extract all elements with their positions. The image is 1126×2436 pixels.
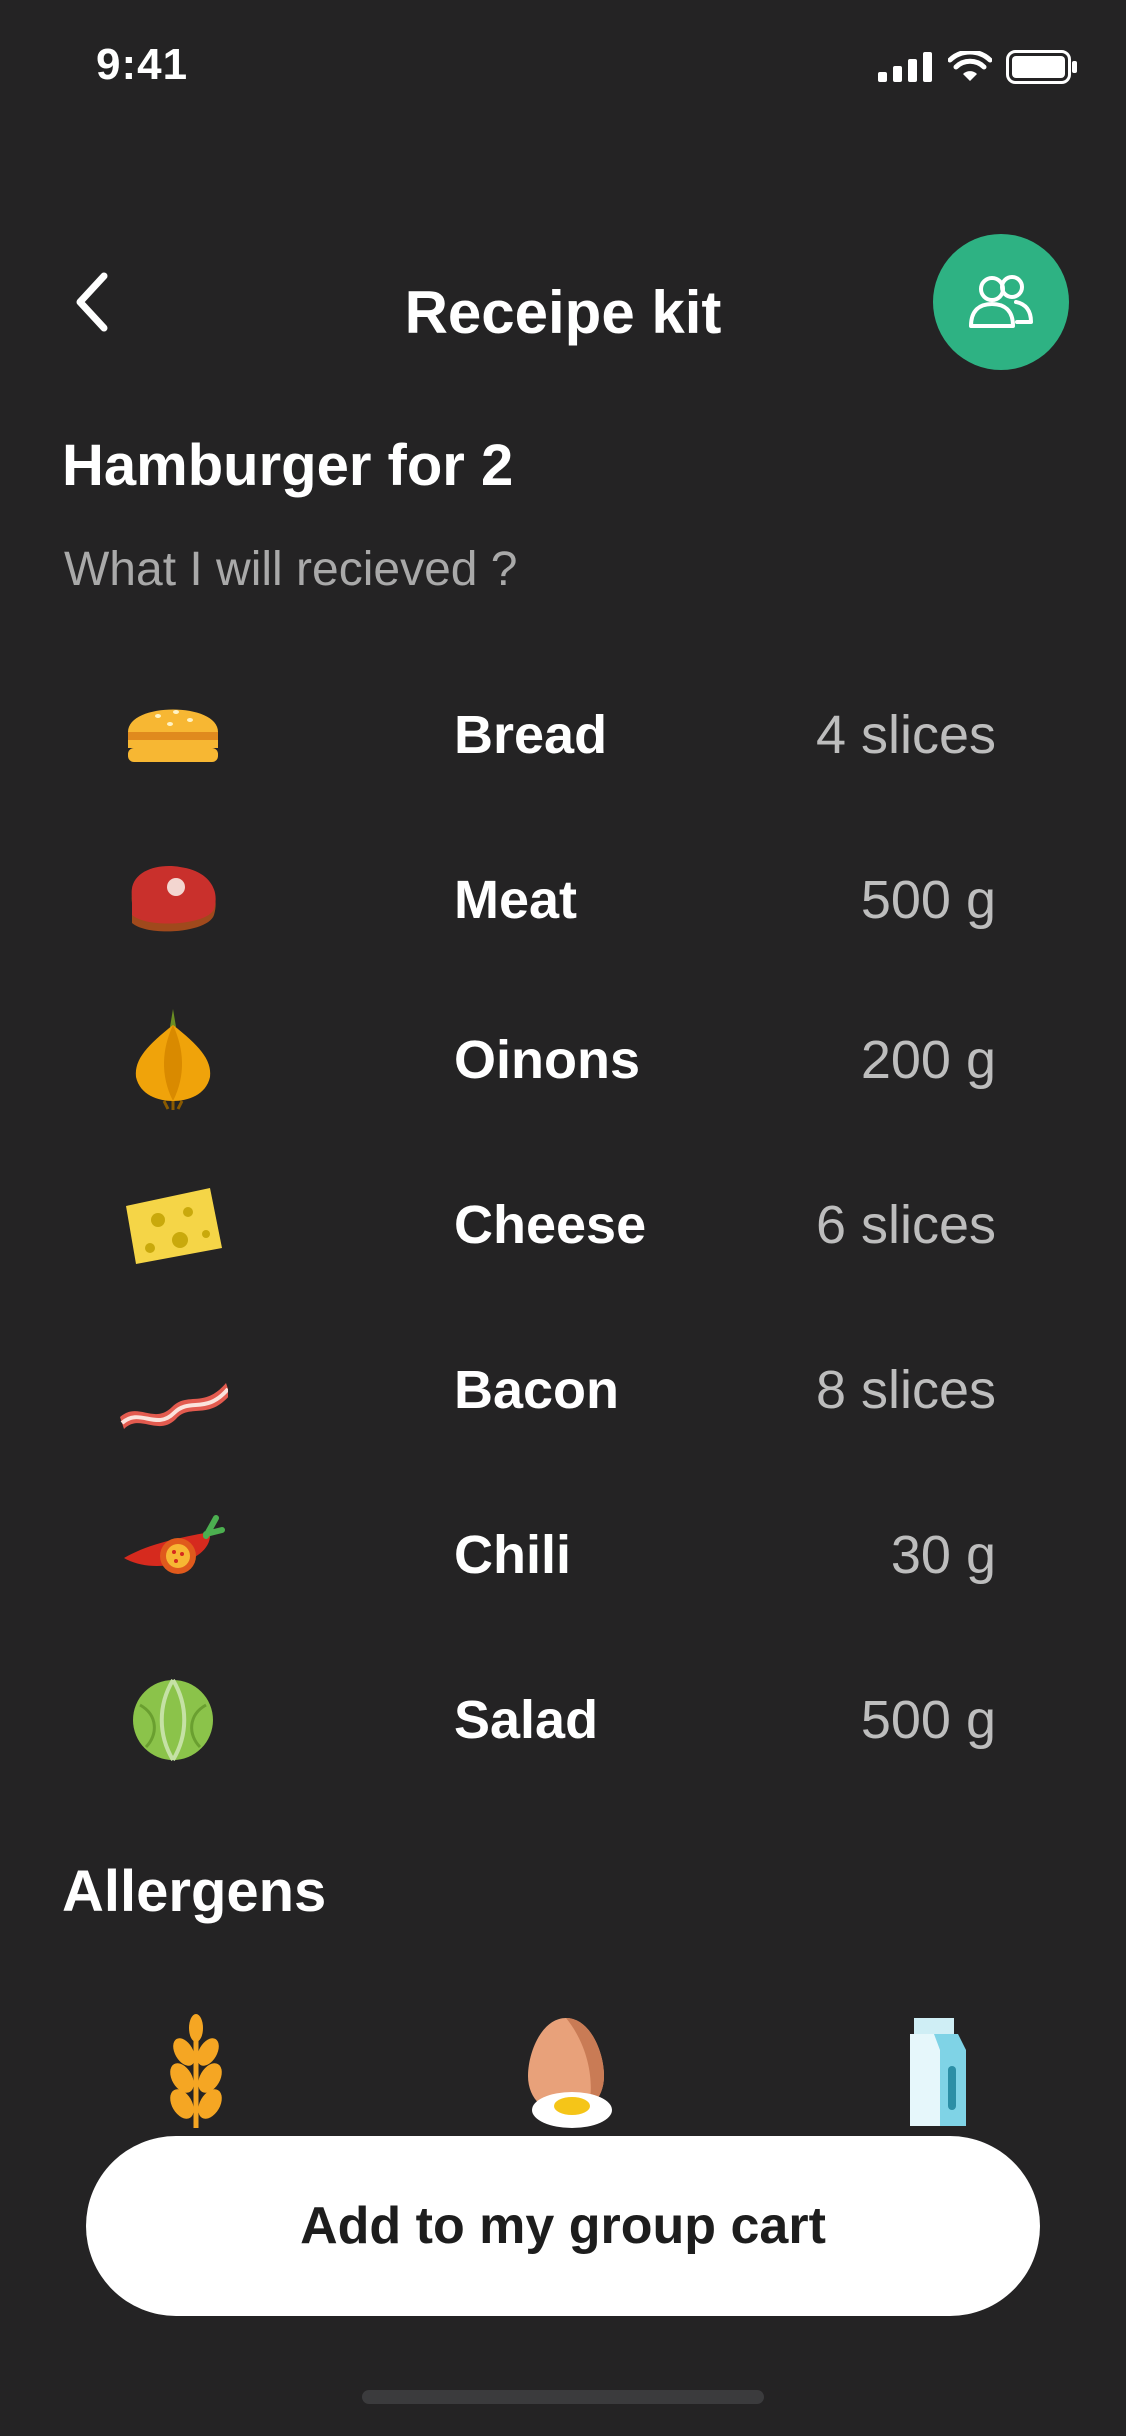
- meat-icon: [131, 866, 216, 932]
- ingredient-name: Bacon: [454, 1360, 620, 1420]
- ingredient-qty: 6 slices: [815, 1195, 996, 1255]
- ingredient-row: Meat 500 g: [0, 845, 1126, 965]
- salad-icon: [133, 1678, 213, 1762]
- home-indicator[interactable]: [362, 2390, 764, 2404]
- wifi-icon: [948, 51, 992, 81]
- ingredient-row: Chili 30 g: [0, 1500, 1126, 1620]
- ingredient-name: Bread: [454, 705, 608, 765]
- wheat-icon: [170, 2014, 222, 2128]
- ingredient-name: Oinons: [454, 1030, 640, 1090]
- recipe-kit-screen: 9:41 Receipe kit Hamburger for 2 What I …: [0, 0, 1126, 2436]
- recipe-title: Hamburger for 2: [62, 433, 514, 498]
- ingredient-qty: 500 g: [860, 870, 996, 930]
- chili-icon: [124, 1515, 225, 1574]
- ingredient-name: Chili: [454, 1525, 571, 1585]
- onion-icon: [135, 1009, 211, 1110]
- milk-icon: [910, 2018, 966, 2126]
- ingredient-row: Bacon 8 slices: [0, 1335, 1126, 1455]
- ingredient-qty: 30 g: [890, 1525, 996, 1585]
- group-icon: [969, 275, 1033, 328]
- allergens-title: Allergens: [62, 1859, 327, 1924]
- ingredient-name: Meat: [454, 870, 578, 930]
- ingredient-row: Cheese 6 slices: [0, 1170, 1126, 1290]
- ingredient-name: Salad: [454, 1690, 599, 1750]
- ingredient-qty: 200 g: [860, 1030, 996, 1090]
- battery-icon: [1006, 50, 1077, 84]
- add-to-group-cart-button[interactable]: Add to my group cart: [86, 2136, 1040, 2316]
- recipe-subtitle: What I will recieved ?: [64, 543, 518, 596]
- ingredient-qty: 8 slices: [815, 1360, 996, 1420]
- bacon-icon: [120, 1383, 228, 1429]
- status-time: 9:41: [96, 40, 189, 89]
- ingredient-name: Cheese: [454, 1195, 647, 1255]
- signal-icon: [878, 52, 932, 82]
- ingredient-row: Bread 4 slices: [0, 680, 1126, 800]
- ingredient-qty: 500 g: [860, 1690, 996, 1750]
- egg-icon: [528, 2018, 612, 2128]
- group-button[interactable]: [933, 234, 1069, 370]
- ingredient-row: Oinons 200 g: [0, 1005, 1126, 1125]
- cheese-icon: [126, 1188, 222, 1264]
- bread-icon: [128, 709, 218, 762]
- status-icons: [878, 50, 1078, 84]
- ingredient-row: Salad 500 g: [0, 1665, 1126, 1785]
- ingredient-qty: 4 slices: [815, 705, 996, 765]
